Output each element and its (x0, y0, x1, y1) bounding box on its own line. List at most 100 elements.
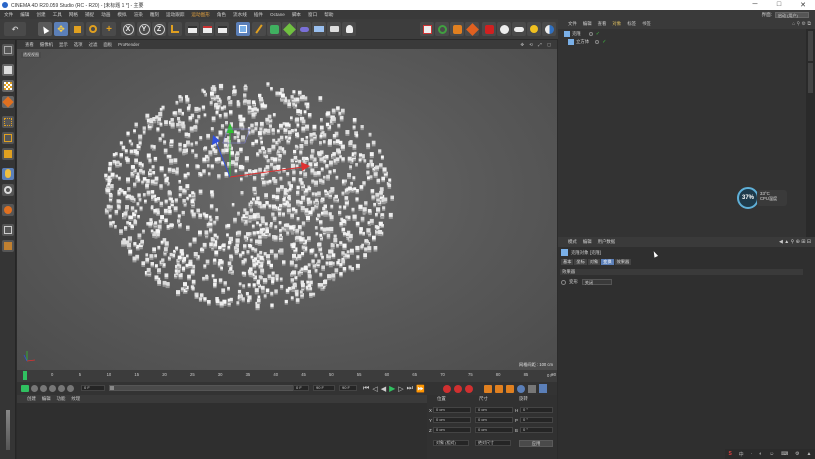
tab-basic[interactable]: 基本 (561, 259, 574, 265)
grid-toggle-button[interactable] (2, 224, 14, 236)
tab-coord[interactable]: 坐标 (574, 259, 587, 265)
edges-mode-button[interactable] (2, 132, 14, 144)
material-menu-function[interactable]: 功能 (57, 396, 66, 402)
floor-button[interactable] (312, 22, 326, 36)
menu-octane[interactable]: Octane (270, 12, 285, 17)
lock-workplane-button[interactable] (2, 240, 14, 252)
sound-icon[interactable] (58, 385, 65, 392)
next-key-icon[interactable]: ⏭ (407, 385, 413, 393)
rewind-icon[interactable] (31, 385, 38, 392)
sogou-ime-icon[interactable]: S (728, 451, 731, 457)
keyframe-help-icon[interactable] (465, 384, 473, 393)
octane-env-button[interactable] (542, 22, 556, 36)
axis-y-button[interactable]: Y (137, 22, 151, 36)
viewport-canvas[interactable]: 透视视图 网格间距 : 100 cm (17, 49, 557, 370)
octane-object-button[interactable] (465, 22, 479, 36)
menu-create[interactable]: 创建 (36, 12, 45, 18)
loop-icon[interactable] (49, 385, 56, 392)
material-menu-texture[interactable]: 纹理 (71, 396, 80, 402)
render-settings-button[interactable] (215, 22, 229, 36)
menu-simulate[interactable]: 模拟 (117, 12, 126, 18)
object-menu-view[interactable]: 查看 (598, 21, 607, 27)
visibility-dots-icon[interactable] (588, 32, 593, 36)
side-tab-objects[interactable] (808, 31, 813, 61)
menu-plugins[interactable]: 插件 (254, 12, 263, 18)
menu-help[interactable]: 帮助 (324, 12, 333, 18)
object-menu-tags[interactable]: 标签 (627, 21, 636, 27)
snap-toggle-button[interactable] (2, 184, 14, 196)
live-selection-button[interactable] (2, 168, 14, 180)
key-param-icon[interactable] (517, 384, 525, 393)
apply-button[interactable]: 应用 (519, 440, 553, 447)
range-handle-left-icon[interactable] (110, 386, 114, 390)
viewport-nav-icons[interactable]: ✥ ⟲ ⤢ ▢ (520, 42, 553, 48)
tab-effectors[interactable]: 效果器 (614, 259, 632, 265)
key-scale-icon[interactable] (506, 384, 514, 393)
material-menu-create[interactable]: 创建 (27, 396, 36, 402)
undo-button[interactable]: ↶ (4, 22, 26, 36)
ime-mode-icon[interactable]: 中 (739, 451, 744, 458)
gizmo-plane-handle[interactable] (222, 128, 251, 144)
gizmo-x-axis[interactable] (229, 166, 304, 178)
octane-material-button[interactable] (450, 22, 464, 36)
menu-mograph[interactable]: 运动图形 (191, 12, 209, 18)
texture-mode-button[interactable] (2, 80, 14, 92)
step-icon[interactable] (40, 385, 47, 392)
object-menu-bookmarks[interactable]: 书签 (642, 21, 651, 27)
camera-button[interactable] (327, 22, 341, 36)
render-view-button[interactable] (185, 22, 199, 36)
max-frame-field[interactable]: 90 F (339, 385, 357, 391)
octane-settings-button[interactable] (435, 22, 449, 36)
rotation-h-field[interactable]: 0 ° (520, 407, 553, 413)
menu-motion-tracking[interactable]: 运动跟踪 (166, 12, 184, 18)
menu-snap[interactable]: 捕捉 (85, 12, 94, 18)
side-tab-content[interactable] (808, 63, 813, 93)
coord-size-select[interactable]: 绝对尺寸 (475, 440, 511, 446)
attr-menu-edit[interactable]: 编辑 (583, 239, 592, 245)
visibility-dots-icon[interactable] (595, 40, 600, 44)
viewport-menu-panel[interactable]: 面板 (103, 42, 112, 48)
render-picture-viewer-button[interactable] (200, 22, 214, 36)
tab-object[interactable]: 对象 (587, 259, 601, 265)
viewport-menu-filter[interactable]: 过滤 (89, 42, 98, 48)
array-button[interactable] (282, 22, 296, 36)
object-manager-nav-icons[interactable]: ⌂ ⚲ ⚙ ⧉ (792, 21, 811, 27)
menu-render[interactable]: 渲染 (134, 12, 143, 18)
octane-record-button[interactable] (497, 22, 511, 36)
deform-select[interactable]: 关闭 (581, 279, 612, 285)
key-position-icon[interactable] (484, 384, 492, 393)
coord-mode-select[interactable]: 对象 (相对) (433, 440, 469, 446)
viewport-menu-camera[interactable]: 摄像机 (40, 42, 53, 48)
attr-nav-icons[interactable]: ◀ ▲ ⚲ ⊕ ⊞ ⊟ (779, 239, 811, 245)
close-button[interactable]: ✕ (791, 1, 815, 9)
menu-file[interactable]: 文件 (4, 12, 13, 18)
polygons-mode-button[interactable] (2, 148, 14, 160)
menu-character[interactable]: 角色 (217, 12, 226, 18)
material-menu-edit[interactable]: 编辑 (42, 396, 51, 402)
enabled-check-icon[interactable]: ✓ (596, 31, 600, 37)
prev-key-icon[interactable]: ◁ (372, 385, 377, 393)
rotation-p-field[interactable]: 0 ° (520, 417, 553, 423)
attr-menu-mode[interactable]: 模式 (568, 239, 577, 245)
go-to-start-icon[interactable]: ⏮ (363, 385, 369, 393)
moon-icon[interactable]: ◐ (759, 451, 762, 457)
timeline-ruler[interactable]: 0 5 10 15 20 25 30 35 40 45 50 55 60 65 70 75 80 85 90 0 F (17, 370, 557, 382)
tab-transform[interactable]: 变换 (601, 259, 614, 265)
viewport-camera-label[interactable]: 透视视图 (21, 52, 41, 58)
make-editable-button[interactable] (2, 44, 14, 56)
fps-icon[interactable] (67, 385, 74, 392)
model-mode-button[interactable] (2, 64, 14, 76)
menu-pipeline[interactable]: 流水线 (233, 12, 247, 18)
subdivision-button[interactable] (267, 22, 281, 36)
scale-tool-button[interactable] (70, 22, 84, 36)
octane-stop-button[interactable] (482, 22, 496, 36)
attr-menu-userdata[interactable]: 用户数据 (598, 239, 616, 245)
tray-arrow-icon[interactable]: ▲ (807, 451, 812, 457)
points-mode-button[interactable] (2, 116, 14, 128)
rotate-tool-button[interactable] (86, 22, 100, 36)
axis-z-button[interactable]: Z (152, 22, 166, 36)
autokey-icon[interactable] (454, 384, 462, 393)
minimize-button[interactable]: ─ (743, 1, 767, 9)
object-name-cube[interactable]: 立方体 (576, 39, 589, 45)
object-menu-file[interactable]: 文件 (568, 21, 577, 27)
